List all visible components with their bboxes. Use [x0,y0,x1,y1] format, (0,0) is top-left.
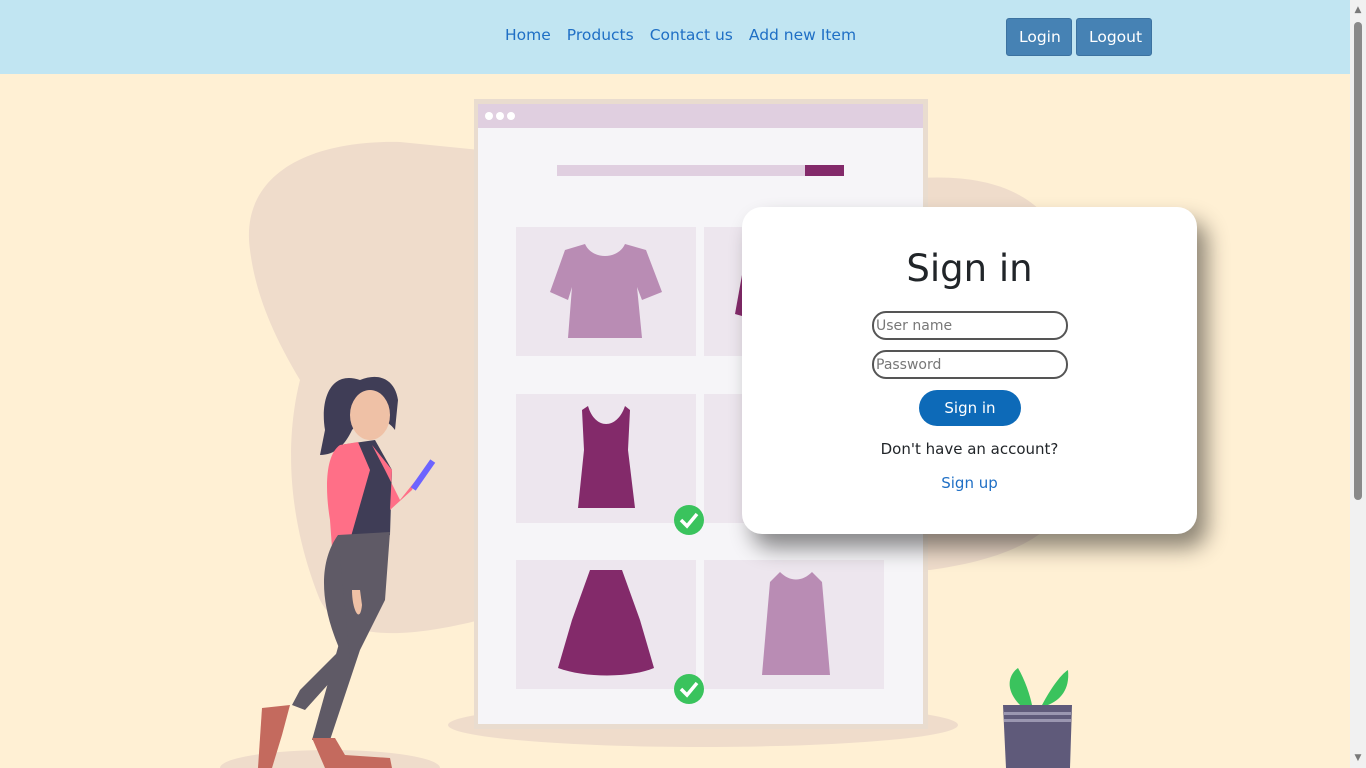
check-icon [674,674,704,704]
password-input[interactable] [872,350,1068,379]
logout-button[interactable]: Logout [1076,18,1152,56]
signup-link[interactable]: Sign up [742,474,1197,492]
nav-link-products[interactable]: Products [559,26,642,44]
nav-links: Home Products Contact us Add new Item [497,26,864,44]
search-bar-button [805,165,844,176]
scroll-down-arrow-icon[interactable]: ▼ [1350,750,1366,766]
scroll-up-arrow-icon[interactable]: ▲ [1350,2,1366,18]
nav-link-contact[interactable]: Contact us [642,26,741,44]
username-input[interactable] [872,311,1068,340]
window-dot [507,112,515,120]
login-button[interactable]: Login [1006,18,1072,56]
blouse-illustration [762,572,830,675]
window-dot [496,112,504,120]
no-account-prompt: Don't have an account? [880,440,1059,458]
nav-link-add-item[interactable]: Add new Item [741,26,864,44]
search-bar [557,165,807,176]
window-dot [485,112,493,120]
browser-titlebar [478,104,923,128]
top-navbar: Home Products Contact us Add new Item Lo… [0,0,1350,74]
nav-link-home[interactable]: Home [497,26,559,44]
page-scrollbar[interactable]: ▲ ▼ [1350,0,1366,768]
signin-button[interactable]: Sign in [919,390,1021,426]
check-icon [674,505,704,535]
signin-card: Sign in Sign in Don't have an account? S… [742,207,1197,534]
signin-title: Sign in [906,247,1033,290]
scroll-thumb[interactable] [1354,22,1362,500]
potted-plant-illustration [1003,668,1072,768]
